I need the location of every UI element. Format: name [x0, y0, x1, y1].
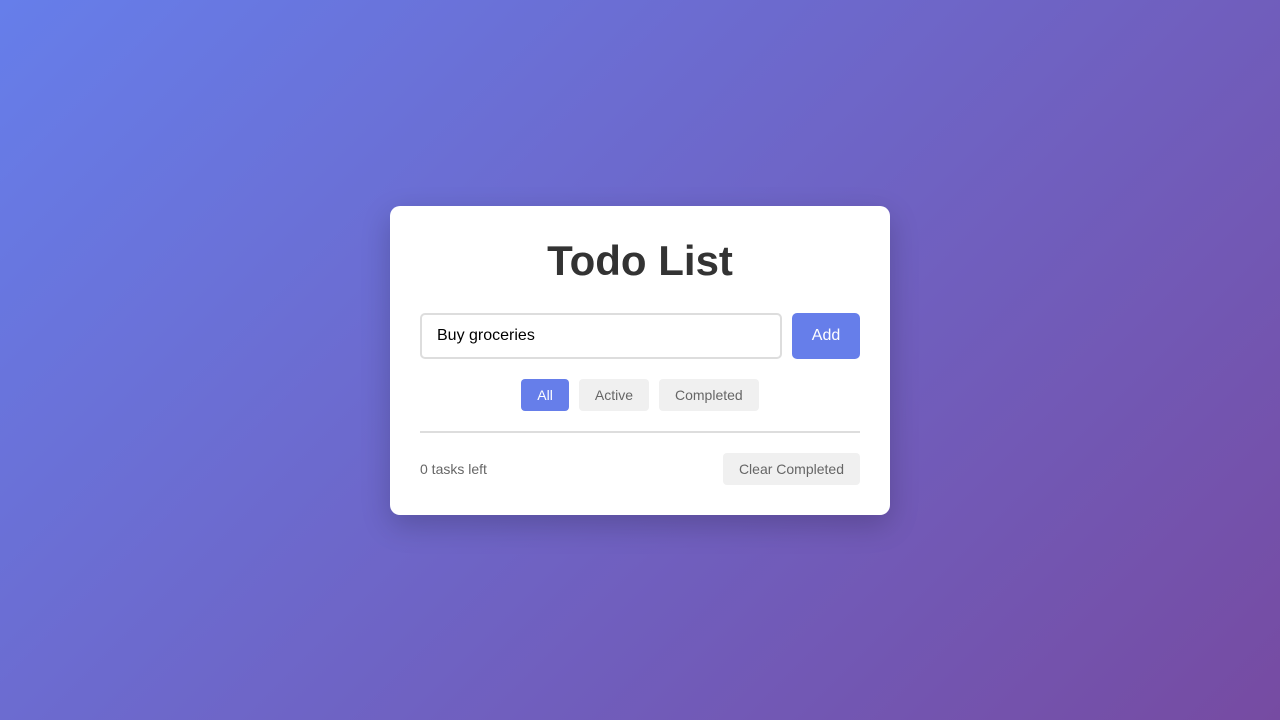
filter-bar: All Active Completed: [420, 379, 860, 411]
filter-completed-button[interactable]: Completed: [658, 379, 759, 411]
filter-active-button[interactable]: Active: [578, 379, 649, 411]
todo-input[interactable]: [420, 313, 782, 359]
page-background: { "app": { "title": "Todo List" }, "inpu…: [0, 0, 1280, 720]
divider: [420, 431, 860, 433]
add-todo-row: Add: [420, 313, 860, 359]
page-title: Todo List: [547, 237, 733, 284]
add-button[interactable]: Add: [792, 313, 860, 359]
filter-all-button[interactable]: All: [521, 379, 569, 411]
clear-completed-button[interactable]: Clear Completed: [722, 453, 860, 485]
todo-card: Todo List Add All Active Completed 0 tas…: [390, 206, 890, 515]
footer: 0 tasks left Clear Completed: [420, 453, 860, 485]
tasks-left-count: 0 tasks left: [420, 461, 487, 477]
